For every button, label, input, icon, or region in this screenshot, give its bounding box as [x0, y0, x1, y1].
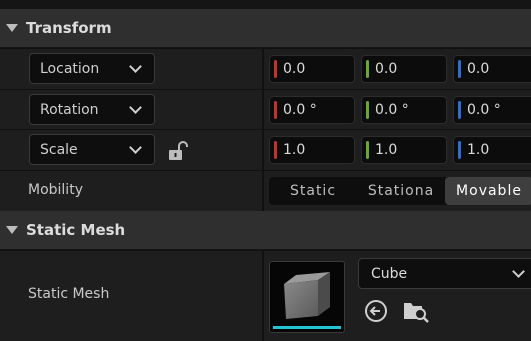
cube-preview-image	[284, 272, 330, 319]
use-selected-asset-icon[interactable]	[364, 299, 388, 323]
column-divider[interactable]	[262, 49, 264, 89]
rotation-y-field[interactable]: 0.0 °	[361, 96, 447, 124]
field-value: 0.0	[375, 61, 398, 77]
field-value: 0.0	[283, 61, 306, 77]
scale-y-field[interactable]: 1.0	[361, 136, 447, 164]
column-divider[interactable]	[262, 251, 264, 341]
mesh-thumbnail[interactable]	[269, 261, 345, 333]
mobility-segmented-control: Static Stationa Movable	[269, 177, 531, 205]
mobility-row: Mobility Static Stationa Movable	[0, 170, 531, 211]
field-value: 1.0	[467, 142, 490, 158]
field-value: 0.0 °	[375, 102, 409, 118]
scale-mode-dropdown[interactable]: Scale	[29, 134, 155, 165]
unlocked-padlock-icon[interactable]	[168, 141, 188, 161]
field-value: 1.0	[375, 142, 398, 158]
dropdown-label: Location	[40, 60, 100, 77]
scale-row: Scale 1.0 1.0 1.0	[0, 129, 531, 170]
rotation-z-field[interactable]: 0.0 °	[453, 96, 531, 124]
static-mesh-section-header[interactable]: Static Mesh	[0, 211, 531, 249]
dropdown-label: Cube	[371, 265, 408, 282]
browse-asset-icon[interactable]	[402, 299, 430, 323]
z-axis-indicator	[458, 60, 461, 78]
mobility-option-static[interactable]: Static	[269, 177, 357, 205]
scale-z-field[interactable]: 1.0	[453, 136, 531, 164]
x-axis-indicator	[274, 101, 277, 119]
z-axis-indicator	[458, 101, 461, 119]
y-axis-indicator	[366, 141, 369, 159]
rotation-row: Rotation 0.0 ° 0.0 ° 0.0 °	[0, 89, 531, 130]
field-value: 0.0 °	[467, 102, 501, 118]
static-mesh-label: Static Mesh	[28, 286, 110, 302]
collapse-triangle-icon[interactable]	[6, 24, 18, 32]
static-mesh-row: Static Mesh Cube	[0, 250, 531, 341]
field-value: 0.0	[467, 61, 490, 77]
mobility-option-stationary[interactable]: Stationa	[357, 177, 445, 205]
chevron-down-icon	[129, 141, 142, 154]
x-axis-indicator	[274, 60, 277, 78]
column-divider[interactable]	[262, 130, 264, 170]
location-row: Location 0.0 0.0 0.0	[0, 48, 531, 89]
location-mode-dropdown[interactable]: Location	[29, 53, 155, 84]
dropdown-label: Scale	[40, 141, 78, 158]
section-title: Transform	[26, 19, 112, 37]
y-axis-indicator	[366, 101, 369, 119]
dropdown-label: Rotation	[40, 101, 99, 118]
location-z-field[interactable]: 0.0	[453, 55, 531, 83]
rotation-mode-dropdown[interactable]: Rotation	[29, 94, 155, 125]
collapse-triangle-icon[interactable]	[6, 226, 18, 234]
section-title: Static Mesh	[26, 221, 126, 239]
column-divider[interactable]	[262, 171, 264, 211]
chevron-down-icon	[512, 265, 525, 278]
static-mesh-dropdown[interactable]: Cube	[358, 258, 531, 289]
rotation-x-field[interactable]: 0.0 °	[269, 96, 355, 124]
field-value: 1.0	[283, 142, 306, 158]
scale-x-field[interactable]: 1.0	[269, 136, 355, 164]
chevron-down-icon	[129, 101, 142, 114]
mobility-label: Mobility	[28, 182, 83, 198]
field-value: 0.0 °	[283, 102, 317, 118]
asset-type-strip	[273, 326, 341, 329]
chevron-down-icon	[129, 60, 142, 73]
z-axis-indicator	[458, 141, 461, 159]
transform-section-header[interactable]: Transform	[0, 9, 531, 47]
location-x-field[interactable]: 0.0	[269, 55, 355, 83]
mobility-option-movable[interactable]: Movable	[445, 177, 531, 205]
x-axis-indicator	[274, 141, 277, 159]
y-axis-indicator	[366, 60, 369, 78]
column-divider[interactable]	[262, 90, 264, 130]
location-y-field[interactable]: 0.0	[361, 55, 447, 83]
